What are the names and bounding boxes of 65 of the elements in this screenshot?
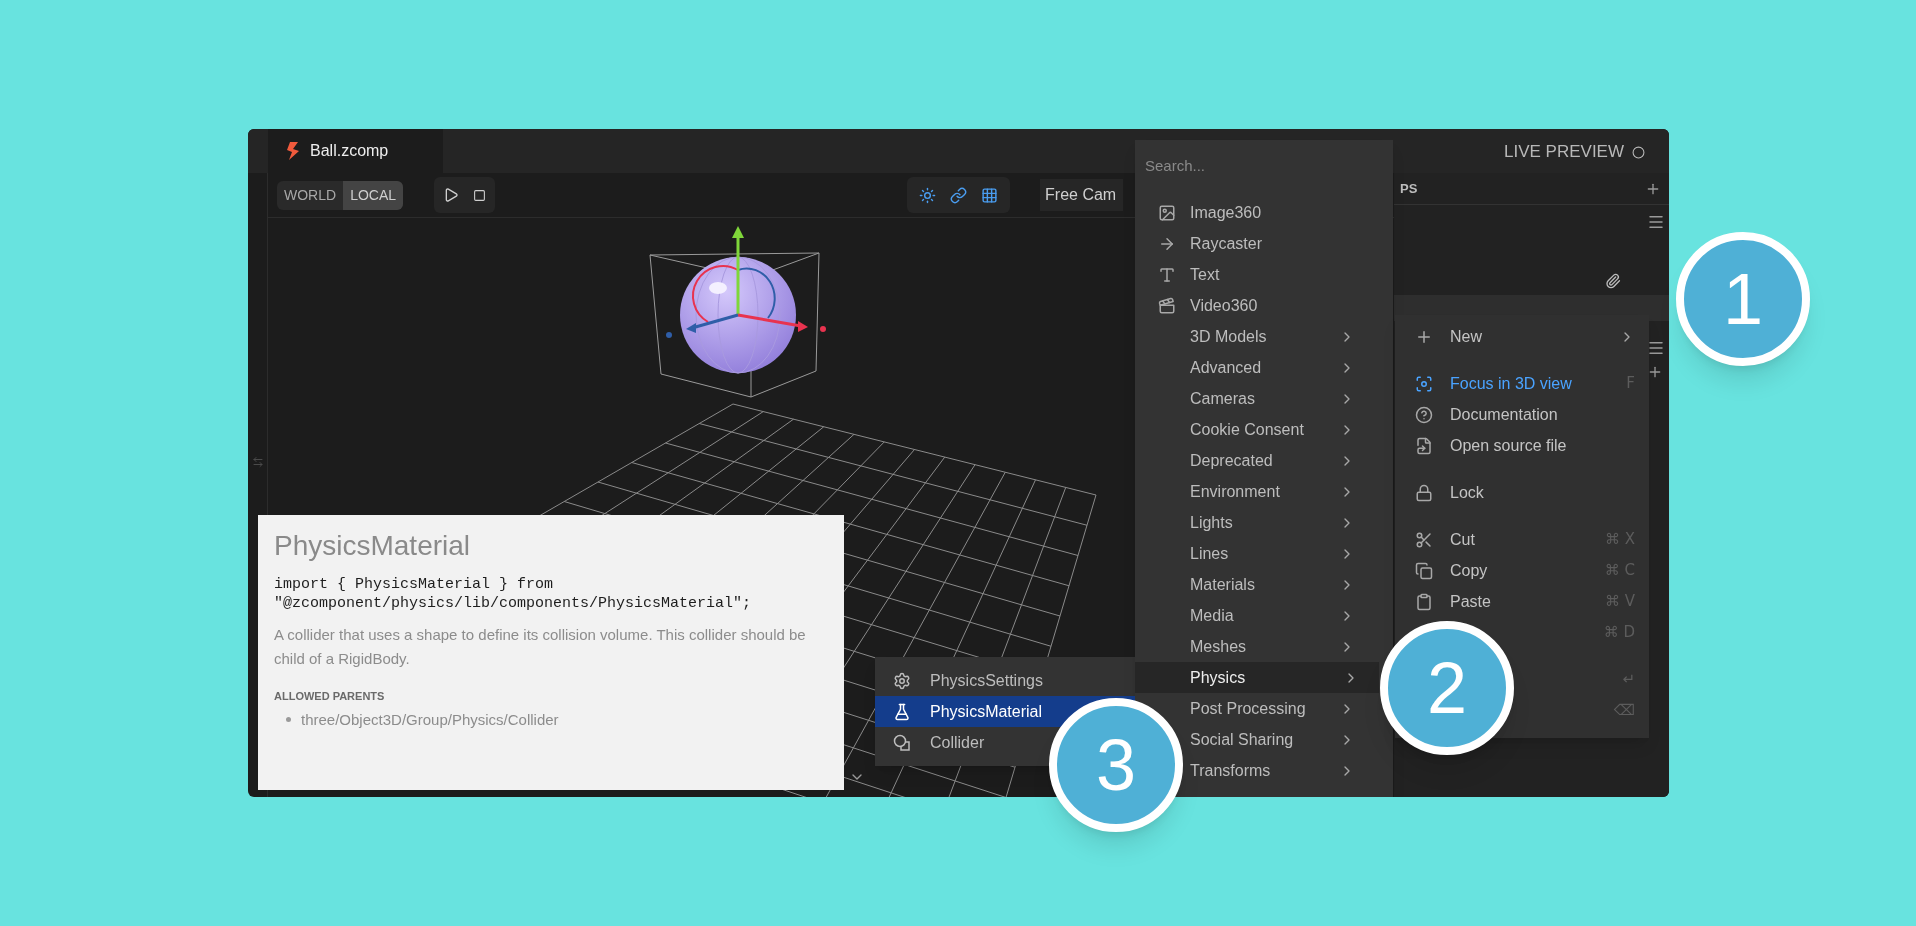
shortcut-text: ↵ bbox=[1622, 669, 1635, 691]
status-circle-icon bbox=[1632, 145, 1645, 159]
menu-item[interactable]: Cameras bbox=[1187, 383, 1375, 414]
file-tab[interactable]: Ball.zcomp bbox=[268, 129, 443, 173]
search-field[interactable]: Search... bbox=[1135, 142, 1393, 188]
file-icon bbox=[1415, 436, 1433, 455]
camera-select[interactable]: Free Cam bbox=[1040, 179, 1124, 211]
menu-item[interactable]: Cookie Consent bbox=[1187, 414, 1375, 445]
logo-icon bbox=[286, 142, 300, 160]
menu-item[interactable]: 3D Models bbox=[1187, 321, 1375, 352]
toggle-option[interactable]: WORLD bbox=[277, 180, 344, 210]
menu-icon[interactable] bbox=[1647, 339, 1665, 357]
doc-description: A collider that uses a shape to define its collision volume. This collider should be child of a RigidBody. bbox=[274, 625, 807, 669]
menu-item[interactable]: Lights bbox=[1187, 507, 1375, 538]
menu-item[interactable]: Social Sharing bbox=[1187, 724, 1375, 755]
shortcut-text: ⌫ bbox=[1613, 700, 1635, 722]
link-icon[interactable] bbox=[950, 186, 968, 204]
focus-icon bbox=[1415, 374, 1433, 393]
panel-header: PS bbox=[1400, 179, 1418, 198]
help-icon bbox=[1415, 405, 1433, 424]
menu-item[interactable]: Post Processing bbox=[1187, 693, 1375, 724]
resize-handle-icon[interactable] bbox=[251, 456, 264, 468]
stop-icon[interactable] bbox=[473, 188, 487, 202]
menu-item[interactable]: Physics bbox=[1135, 662, 1379, 693]
play-icon[interactable] bbox=[443, 187, 460, 203]
menu-item[interactable]: Open source file bbox=[1395, 430, 1649, 461]
plus-icon[interactable] bbox=[1647, 364, 1663, 380]
menu-item[interactable]: Collider bbox=[875, 727, 993, 758]
doc-title: PhysicsMaterial bbox=[274, 529, 472, 563]
live-preview-label[interactable]: LIVE PREVIEW bbox=[1504, 139, 1624, 165]
number-callout: 1 bbox=[1676, 232, 1810, 366]
paperclip-icon[interactable] bbox=[1605, 273, 1621, 289]
grid-icon[interactable] bbox=[981, 186, 999, 204]
menu-item[interactable]: PhysicsSettings bbox=[875, 665, 1051, 696]
clapperboard-icon bbox=[1158, 296, 1176, 315]
menu-item[interactable]: Media bbox=[1187, 600, 1375, 631]
clipboard-icon bbox=[1415, 592, 1433, 611]
menu-item[interactable]: Advanced bbox=[1187, 352, 1375, 383]
menu-item[interactable]: Text bbox=[1135, 259, 1393, 290]
text-icon bbox=[1158, 265, 1176, 284]
parent-item: three/Object3D/Group/Physics/Collider bbox=[286, 708, 828, 731]
image-icon bbox=[1158, 203, 1176, 222]
menu-item[interactable]: Materials bbox=[1187, 569, 1375, 600]
gear-icon bbox=[893, 671, 911, 690]
import-code: import { PhysicsMaterial } from "@zcomponent/physics/lib/components/PhysicsMaterial"; bbox=[274, 575, 753, 613]
menu-item[interactable]: New bbox=[1395, 321, 1649, 352]
copy-icon bbox=[1415, 561, 1433, 580]
flask-icon bbox=[893, 702, 911, 721]
section-heading: ALLOWED PARENTS bbox=[274, 689, 386, 704]
menu-item[interactable]: Lock bbox=[1395, 477, 1649, 508]
menu-icon[interactable] bbox=[1647, 213, 1665, 231]
menu-item[interactable]: Documentation bbox=[1395, 399, 1649, 430]
shapes-icon bbox=[893, 733, 911, 752]
menu-item[interactable]: Environment bbox=[1187, 476, 1375, 507]
menu-item[interactable]: Meshes bbox=[1187, 631, 1375, 662]
menu-item[interactable]: Image360 bbox=[1135, 197, 1393, 228]
menu-item[interactable]: Lines bbox=[1187, 538, 1375, 569]
menu-item[interactable]: Video360 bbox=[1135, 290, 1393, 321]
scissors-icon bbox=[1415, 530, 1433, 549]
sun-icon[interactable] bbox=[919, 186, 937, 204]
toggle-option[interactable]: LOCAL bbox=[343, 180, 404, 210]
menu-item[interactable]: Transforms bbox=[1187, 755, 1375, 786]
menu-item[interactable]: Deprecated bbox=[1187, 445, 1375, 476]
lock-icon bbox=[1415, 483, 1433, 502]
menu-item[interactable]: Raycaster bbox=[1135, 228, 1393, 259]
